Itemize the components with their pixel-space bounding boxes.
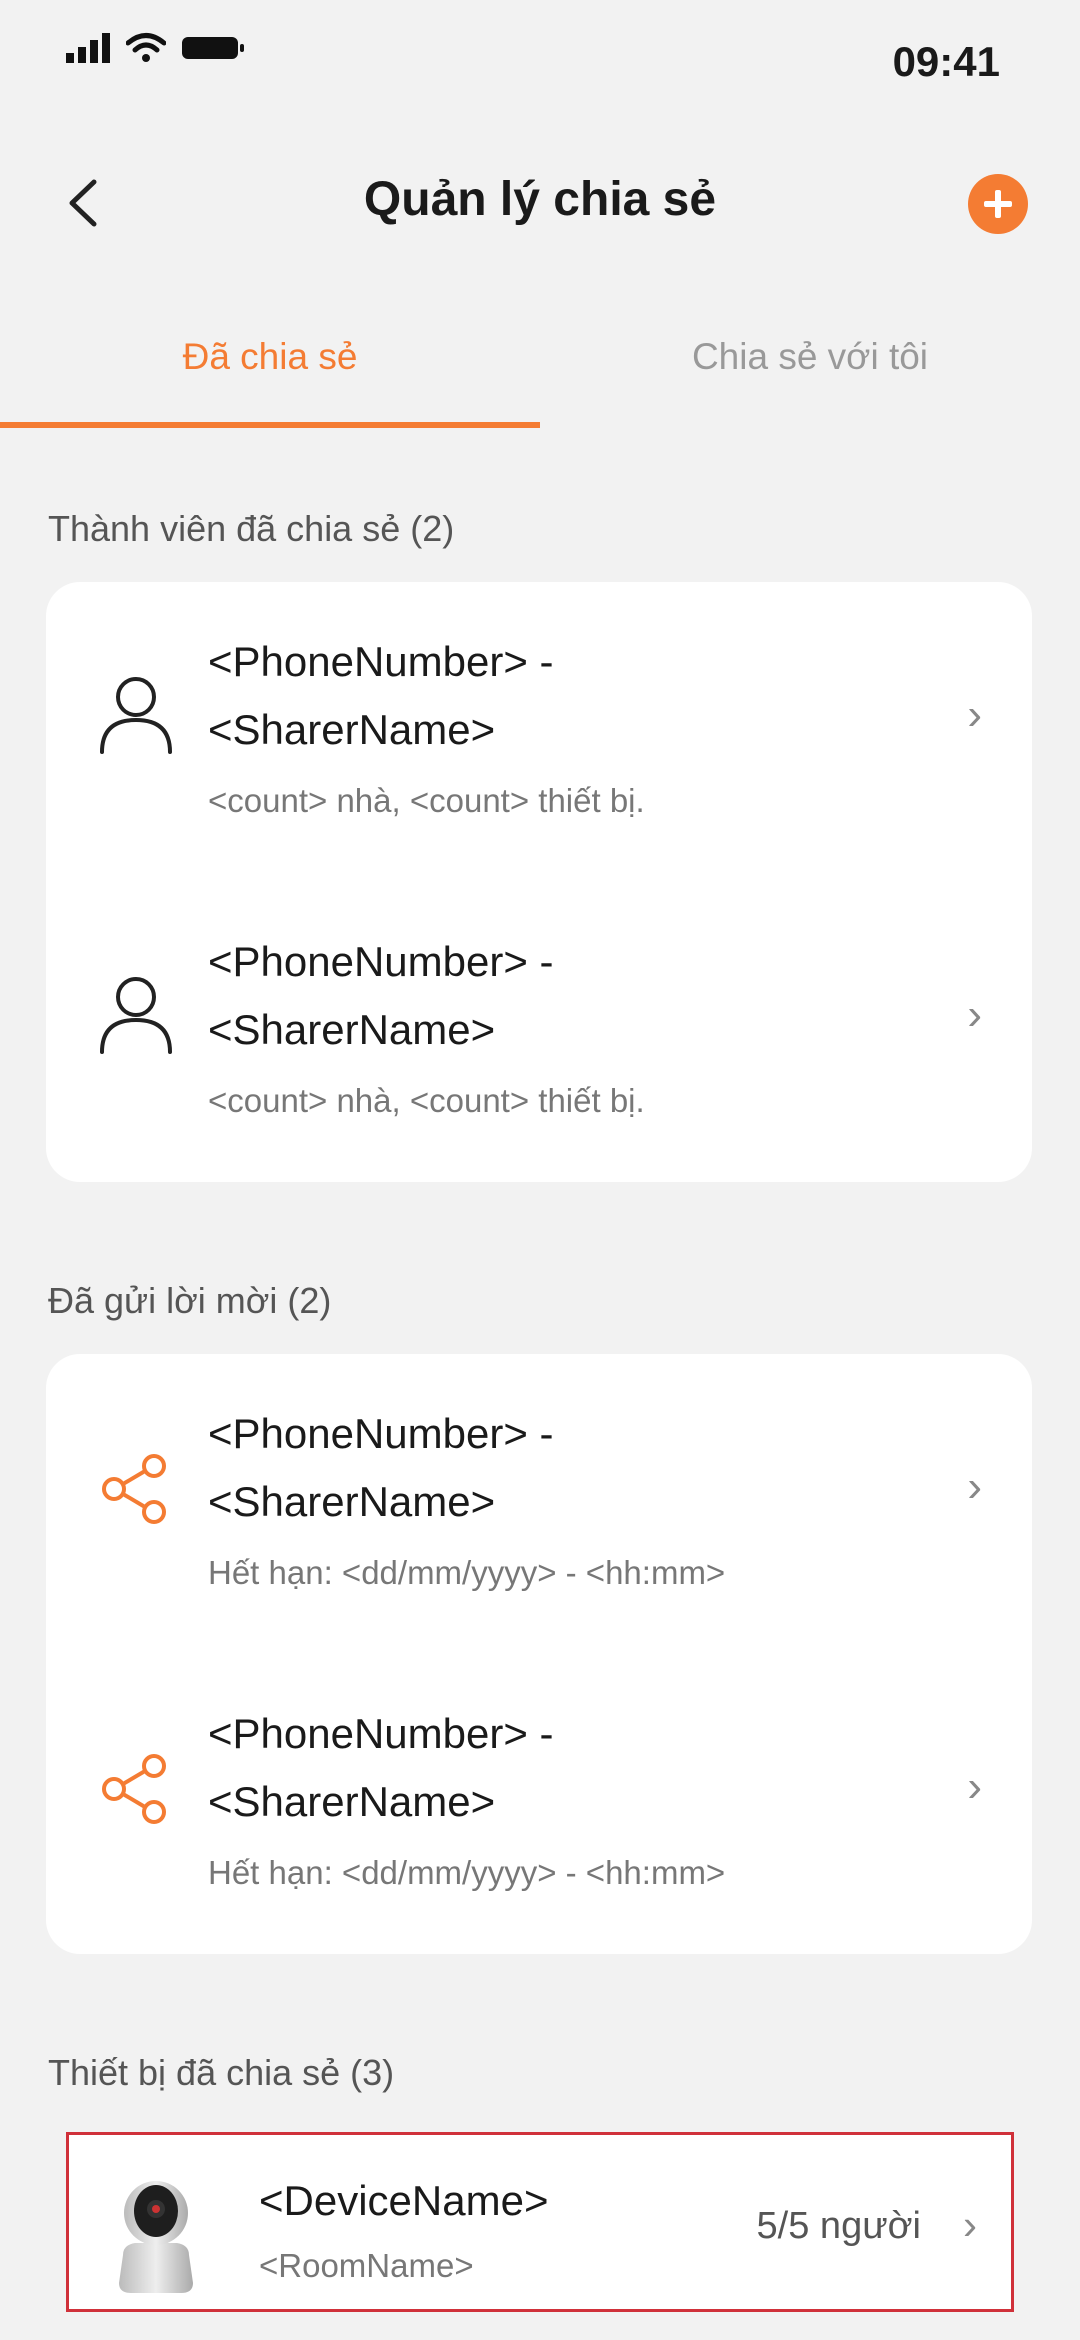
device-share-count: 5/5 người bbox=[756, 2205, 921, 2247]
chevron-right-icon: › bbox=[967, 990, 982, 1039]
camera-device-icon bbox=[119, 2181, 193, 2293]
chevron-right-icon: › bbox=[967, 1462, 982, 1511]
share-icon bbox=[102, 1454, 166, 1524]
tab-bar: Đã chia sẻ Chia sẻ với tôi bbox=[0, 320, 1080, 430]
members-card: <PhoneNumber> - <SharerName> <count> nhà… bbox=[46, 582, 1032, 1182]
share-icon bbox=[102, 1754, 166, 1824]
signal-icon bbox=[66, 33, 110, 63]
invite-expiry: Hết hạn: <dd/mm/yyyy> - <hh:mm> bbox=[208, 1554, 726, 1591]
invite-row[interactable]: <PhoneNumber> - <SharerName> Hết hạn: <d… bbox=[46, 1654, 1032, 1954]
member-details: <count> nhà, <count> thiết bị. bbox=[208, 1082, 645, 1119]
add-icon[interactable] bbox=[968, 174, 1028, 234]
device-room: <RoomName> bbox=[259, 2247, 474, 2284]
header: Quản lý chia sẻ bbox=[0, 150, 1080, 260]
chevron-right-icon: › bbox=[967, 690, 982, 739]
member-name: <SharerName> bbox=[208, 1006, 496, 1053]
members-section-label: Thành viên đã chia sẻ (2) bbox=[48, 508, 455, 549]
devices-section-label: Thiết bị đã chia sẻ (3) bbox=[48, 2052, 395, 2093]
member-details: <count> nhà, <count> thiết bị. bbox=[208, 782, 645, 819]
invite-name: <SharerName> bbox=[208, 1778, 496, 1825]
page-title: Quản lý chia sẻ bbox=[363, 173, 717, 226]
user-icon bbox=[100, 677, 172, 754]
user-icon bbox=[100, 977, 172, 1054]
status-icons bbox=[66, 32, 246, 64]
member-row[interactable]: <PhoneNumber> - <SharerName> <count> nhà… bbox=[46, 582, 1032, 882]
invite-phone: <PhoneNumber> - bbox=[208, 1710, 554, 1757]
screen: 09:41 Quản lý chia sẻ Đã chia sẻ Chia sẻ… bbox=[0, 0, 1080, 2340]
device-row[interactable]: <DeviceName> <RoomName> 5/5 người › bbox=[66, 2132, 1014, 2312]
member-row[interactable]: <PhoneNumber> - <SharerName> <count> nhà… bbox=[46, 882, 1032, 1182]
invite-name: <SharerName> bbox=[208, 1478, 496, 1525]
invite-phone: <PhoneNumber> - bbox=[208, 1410, 554, 1457]
invite-expiry: Hết hạn: <dd/mm/yyyy> - <hh:mm> bbox=[208, 1854, 726, 1891]
status-bar: 09:41 bbox=[0, 0, 1080, 130]
tab-active-indicator bbox=[0, 422, 540, 428]
member-phone: <PhoneNumber> - bbox=[208, 638, 554, 685]
wifi-icon bbox=[126, 33, 166, 62]
invites-card: <PhoneNumber> - <SharerName> Hết hạn: <d… bbox=[46, 1354, 1032, 1954]
member-name: <SharerName> bbox=[208, 706, 496, 753]
invites-section-label: Đã gửi lời mời (2) bbox=[48, 1280, 332, 1321]
chevron-right-icon: › bbox=[967, 1762, 982, 1811]
invite-row[interactable]: <PhoneNumber> - <SharerName> Hết hạn: <d… bbox=[46, 1354, 1032, 1654]
chevron-right-icon: › bbox=[963, 2201, 977, 2248]
status-time: 09:41 bbox=[892, 38, 1000, 85]
tab-shared-with-me[interactable]: Chia sẻ với tôi bbox=[540, 320, 1080, 430]
device-name: <DeviceName> bbox=[259, 2177, 549, 2224]
tab-shared[interactable]: Đã chia sẻ bbox=[0, 320, 540, 430]
member-phone: <PhoneNumber> - bbox=[208, 938, 554, 985]
battery-icon bbox=[182, 37, 244, 59]
